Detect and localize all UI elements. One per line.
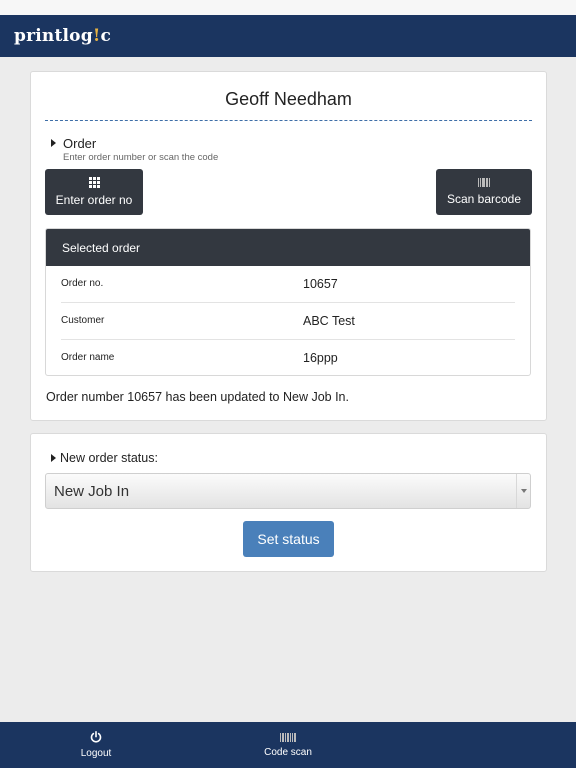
barcode-icon <box>280 732 296 742</box>
selected-order-panel: Selected order Order no. 10657 Customer … <box>45 228 531 376</box>
detail-row-order-no: Order no. 10657 <box>61 266 515 303</box>
enter-order-label: Enter order no <box>55 193 133 207</box>
scan-barcode-label: Scan barcode <box>446 192 522 206</box>
status-card: New order status: New Job In Set status <box>30 433 547 572</box>
barcode-icon <box>478 178 490 187</box>
logout-button[interactable]: Logout <box>66 722 126 768</box>
status-select[interactable]: New Job In <box>45 473 531 509</box>
order-hint: Enter order number or scan the code <box>63 152 219 163</box>
keypad-icon <box>88 177 100 188</box>
set-status-button[interactable]: Set status <box>243 521 334 557</box>
detail-key: Order name <box>61 352 115 363</box>
logo-text: printlog <box>14 26 93 46</box>
logo-text-tail: c <box>100 26 112 46</box>
detail-value: 16ppp <box>303 351 338 365</box>
printlogic-logo: printlog!c <box>14 26 111 46</box>
logout-label: Logout <box>80 748 112 759</box>
detail-key: Customer <box>61 315 105 326</box>
status-select-value: New Job In <box>54 482 130 500</box>
app-header: printlog!c <box>0 15 576 57</box>
bottom-nav: Logout Code scan <box>0 722 576 768</box>
caret-right-icon <box>51 454 56 462</box>
new-status-label: New order status: <box>60 451 158 465</box>
chevron-down-icon <box>516 474 530 508</box>
detail-value: ABC Test <box>303 314 355 328</box>
enter-order-button[interactable]: Enter order no <box>45 169 143 215</box>
power-icon <box>90 731 102 743</box>
update-message: Order number 10657 has been updated to N… <box>46 390 349 404</box>
detail-row-order-name: Order name 16ppp <box>61 340 515 375</box>
status-bar <box>0 0 576 15</box>
code-scan-button[interactable]: Code scan <box>252 722 324 768</box>
divider <box>45 120 532 121</box>
selected-order-heading: Selected order <box>46 229 530 266</box>
detail-row-customer: Customer ABC Test <box>61 303 515 340</box>
caret-right-icon <box>51 139 56 147</box>
user-name: Geoff Needham <box>225 89 352 109</box>
order-label: Order <box>63 136 97 151</box>
order-card: Geoff Needham Order Enter order number o… <box>30 71 547 421</box>
detail-value: 10657 <box>303 277 338 291</box>
detail-key: Order no. <box>61 278 104 289</box>
code-scan-label: Code scan <box>264 746 312 758</box>
scan-barcode-button[interactable]: Scan barcode <box>436 169 532 215</box>
